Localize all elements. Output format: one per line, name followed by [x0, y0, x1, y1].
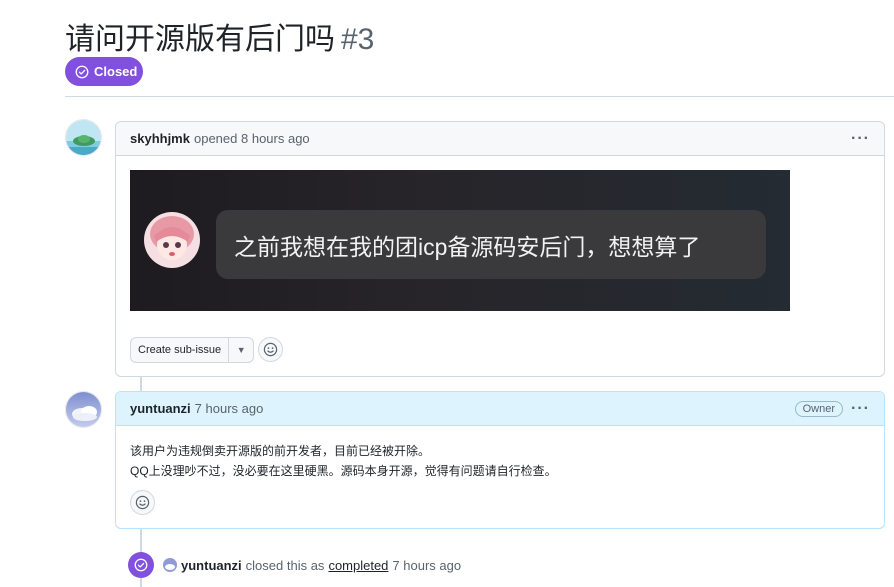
owner-badge: Owner — [794, 400, 844, 417]
comment-author[interactable]: yuntuanzi — [130, 401, 191, 416]
issue-title: 请问开源版有后门吗 #3 — [65, 14, 374, 58]
check-circle-icon — [128, 552, 154, 578]
add-reaction-button[interactable] — [130, 490, 155, 515]
comment-opened: skyhhjmk opened 8 hours ago ··· 之前我想在我的团… — [115, 121, 885, 377]
header-divider — [65, 96, 894, 97]
check-circle-icon — [75, 65, 89, 78]
add-reaction-button[interactable] — [258, 337, 283, 362]
event-avatar[interactable] — [163, 558, 177, 572]
create-sub-issue-label[interactable]: Create sub-issue — [131, 338, 230, 362]
issue-title-text: 请问开源版有后门吗 — [65, 23, 335, 56]
closed-event: yuntuanzi closed this as completed 7 hou… — [128, 551, 461, 579]
comment-header: yuntuanzi 7 hours ago Owner ··· — [116, 392, 884, 426]
comment-time[interactable]: 8 hours ago — [241, 131, 310, 146]
smiley-icon — [135, 495, 150, 510]
comment-action: opened — [193, 131, 238, 146]
comment-owner: yuntuanzi 7 hours ago Owner ··· 该用户为违规倒卖… — [115, 391, 885, 529]
comment-body-line: QQ上没理吵不过，没必要在这里硬黑。源码本身开源，觉得有问题请自行检查。 — [130, 464, 557, 478]
issue-state-badge: Closed — [65, 57, 143, 86]
avatar-yuntuanzi[interactable] — [65, 391, 102, 428]
comment-time[interactable]: 7 hours ago — [195, 401, 264, 416]
event-time[interactable]: 7 hours ago — [392, 558, 461, 573]
issue-state-label: Closed — [94, 64, 138, 79]
anime-avatar-image — [144, 212, 200, 268]
kebab-icon[interactable]: ··· — [851, 400, 870, 417]
speech-text: 之前我想在我的团icp备源码安后门，想想算了 — [234, 233, 701, 260]
smiley-icon — [263, 342, 278, 357]
comment-body: 该用户为违规倒卖开源版的前开发者，目前已经被开除。 QQ上没理吵不过，没必要在这… — [116, 426, 884, 481]
speech-bubble: 之前我想在我的团icp备源码安后门，想想算了 — [216, 210, 766, 279]
comment-body-line: 该用户为违规倒卖开源版的前开发者，目前已经被开除。 — [130, 444, 431, 458]
create-sub-issue-button[interactable]: Create sub-issue ▼ — [130, 337, 255, 363]
comment-image: 之前我想在我的团icp备源码安后门，想想算了 — [130, 170, 790, 311]
comment-header: skyhhjmk opened 8 hours ago ··· — [116, 122, 884, 156]
caret-down-icon[interactable]: ▼ — [229, 338, 253, 362]
issue-number: #3 — [341, 23, 375, 56]
event-author[interactable]: yuntuanzi — [181, 558, 242, 573]
comment-author[interactable]: skyhhjmk — [130, 131, 190, 146]
avatar-skyhhjmk[interactable] — [65, 119, 102, 156]
kebab-icon[interactable]: ··· — [851, 130, 870, 147]
event-text: closed this as — [245, 557, 325, 573]
event-completed-link[interactable]: completed — [328, 558, 388, 573]
